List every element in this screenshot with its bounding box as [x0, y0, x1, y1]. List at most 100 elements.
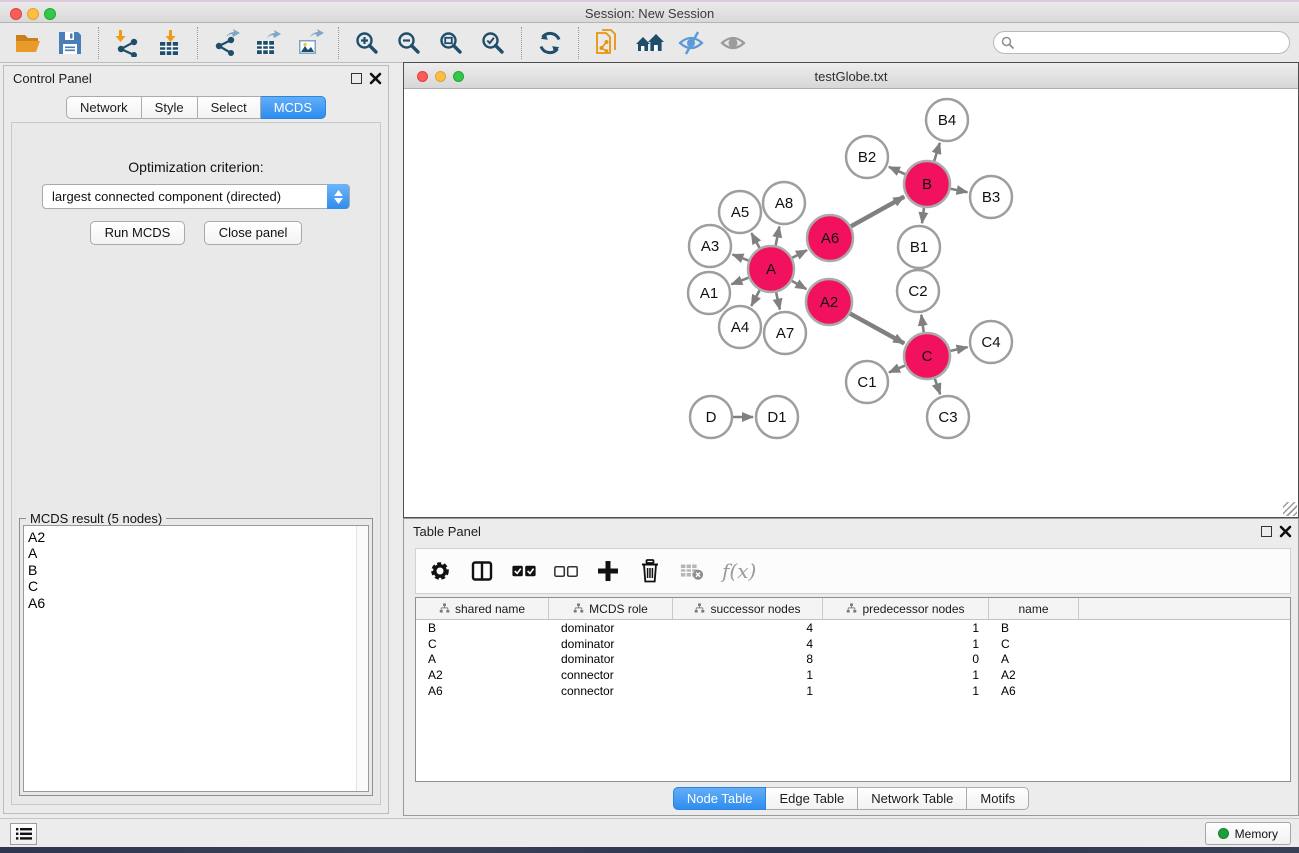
node-C4[interactable]: C4: [970, 321, 1012, 363]
import-table-icon[interactable]: [154, 28, 184, 58]
node-A8[interactable]: A8: [763, 182, 805, 224]
run-mcds-button[interactable]: Run MCDS: [90, 221, 186, 245]
node-A7[interactable]: A7: [764, 312, 806, 354]
node-C[interactable]: C: [904, 333, 950, 379]
edge-A2-C[interactable]: [850, 314, 904, 344]
add-column-icon[interactable]: [596, 559, 620, 583]
save-session-icon[interactable]: [55, 28, 85, 58]
node-C2[interactable]: C2: [897, 270, 939, 312]
edge-B-B4[interactable]: [934, 143, 940, 161]
cell-shared-name[interactable]: A6: [416, 684, 549, 698]
export-image-icon[interactable]: [295, 28, 325, 58]
import-network-icon[interactable]: [112, 28, 142, 58]
float-panel-icon[interactable]: [351, 73, 362, 84]
tab-mcds[interactable]: MCDS: [261, 96, 326, 119]
cell-predecessor-nodes[interactable]: 0: [823, 652, 989, 666]
cell-mcds-role[interactable]: connector: [549, 668, 673, 682]
cell-name[interactable]: B: [989, 621, 1079, 635]
node-A5[interactable]: A5: [719, 191, 761, 233]
node-C3[interactable]: C3: [927, 396, 969, 438]
search-input[interactable]: [1015, 34, 1289, 52]
hide-graphics-details-icon[interactable]: [676, 28, 706, 58]
edge-C-C1[interactable]: [889, 366, 905, 373]
node-D[interactable]: D: [690, 396, 732, 438]
table-row[interactable]: Adominator80A: [416, 651, 1290, 667]
home-overview-icon[interactable]: [634, 28, 664, 58]
cell-name[interactable]: A6: [989, 684, 1079, 698]
node-B2[interactable]: B2: [846, 136, 888, 178]
deselect-all-checkboxes-icon[interactable]: [554, 559, 578, 583]
delete-column-trash-icon[interactable]: [638, 559, 662, 583]
tab-network-table[interactable]: Network Table: [858, 787, 967, 810]
column-header-mcds-role[interactable]: MCDS role: [549, 598, 673, 619]
cell-shared-name[interactable]: A: [416, 652, 549, 666]
table-close-panel-icon[interactable]: [1279, 525, 1292, 538]
tab-network[interactable]: Network: [66, 96, 142, 119]
result-scrollbar[interactable]: [356, 526, 368, 791]
zoom-in-icon[interactable]: [352, 28, 382, 58]
table-row[interactable]: Cdominator41C: [416, 636, 1290, 652]
edge-C-C2[interactable]: [921, 315, 923, 332]
cell-mcds-role[interactable]: dominator: [549, 621, 673, 635]
log-console-button[interactable]: [10, 823, 37, 845]
select-all-checkboxes-icon[interactable]: [512, 559, 536, 583]
cell-shared-name[interactable]: B: [416, 621, 549, 635]
edge-B-B2[interactable]: [889, 167, 905, 174]
close-panel-button[interactable]: Close panel: [204, 221, 303, 245]
zoom-selected-icon[interactable]: [478, 28, 508, 58]
edge-A-A2[interactable]: [792, 281, 807, 289]
cell-shared-name[interactable]: A2: [416, 668, 549, 682]
refresh-layout-icon[interactable]: [535, 28, 565, 58]
cell-mcds-role[interactable]: dominator: [549, 652, 673, 666]
edge-A-A1[interactable]: [731, 278, 748, 285]
result-item[interactable]: A: [28, 545, 368, 561]
new-network-from-selection-icon[interactable]: [592, 28, 622, 58]
column-header-successor-nodes[interactable]: successor nodes: [673, 598, 823, 619]
mcds-result-list[interactable]: A2ABCA6: [23, 525, 369, 792]
node-D1[interactable]: D1: [756, 396, 798, 438]
cell-mcds-role[interactable]: connector: [549, 684, 673, 698]
network-view-titlebar[interactable]: testGlobe.txt: [404, 63, 1298, 89]
close-panel-icon[interactable]: [369, 72, 382, 85]
node-C1[interactable]: C1: [846, 361, 888, 403]
cell-predecessor-nodes[interactable]: 1: [823, 668, 989, 682]
memory-button[interactable]: Memory: [1205, 822, 1291, 845]
tab-motifs[interactable]: Motifs: [967, 787, 1029, 810]
open-session-icon[interactable]: [13, 28, 43, 58]
cell-shared-name[interactable]: C: [416, 637, 549, 651]
node-B1[interactable]: B1: [898, 226, 940, 268]
cell-successor-nodes[interactable]: 4: [673, 621, 823, 635]
edge-C-C3[interactable]: [935, 379, 940, 395]
table-float-panel-icon[interactable]: [1261, 526, 1272, 537]
node-A3[interactable]: A3: [689, 225, 731, 267]
cell-predecessor-nodes[interactable]: 1: [823, 637, 989, 651]
node-A2[interactable]: A2: [806, 279, 852, 325]
edge-B-B1[interactable]: [922, 208, 924, 223]
edge-A6-B[interactable]: [851, 197, 904, 227]
result-item[interactable]: A6: [28, 595, 368, 611]
node-A1[interactable]: A1: [688, 272, 730, 314]
criterion-dropdown[interactable]: largest connected component (directed): [42, 184, 350, 209]
tab-node-table[interactable]: Node Table: [673, 787, 767, 810]
edge-A-A5[interactable]: [751, 233, 759, 248]
zoom-fit-icon[interactable]: [436, 28, 466, 58]
edge-A-A7[interactable]: [776, 292, 780, 309]
tab-style[interactable]: Style: [142, 96, 198, 119]
edge-A-A6[interactable]: [792, 250, 807, 258]
result-item[interactable]: B: [28, 562, 368, 578]
node-B[interactable]: B: [904, 161, 950, 207]
resize-grip-icon[interactable]: [1283, 502, 1297, 516]
tab-select[interactable]: Select: [198, 96, 261, 119]
column-header-shared-name[interactable]: shared name: [416, 598, 549, 619]
column-header-name[interactable]: name: [989, 598, 1079, 619]
cell-name[interactable]: C: [989, 637, 1079, 651]
cell-predecessor-nodes[interactable]: 1: [823, 621, 989, 635]
table-row[interactable]: Bdominator41B: [416, 620, 1290, 636]
edge-A-A4[interactable]: [751, 290, 759, 306]
delete-table-icon[interactable]: [680, 559, 704, 583]
table-row[interactable]: A6connector11A6: [416, 683, 1290, 699]
zoom-out-icon[interactable]: [394, 28, 424, 58]
result-item[interactable]: C: [28, 578, 368, 594]
edge-A-A8[interactable]: [776, 227, 780, 246]
cell-name[interactable]: A: [989, 652, 1079, 666]
